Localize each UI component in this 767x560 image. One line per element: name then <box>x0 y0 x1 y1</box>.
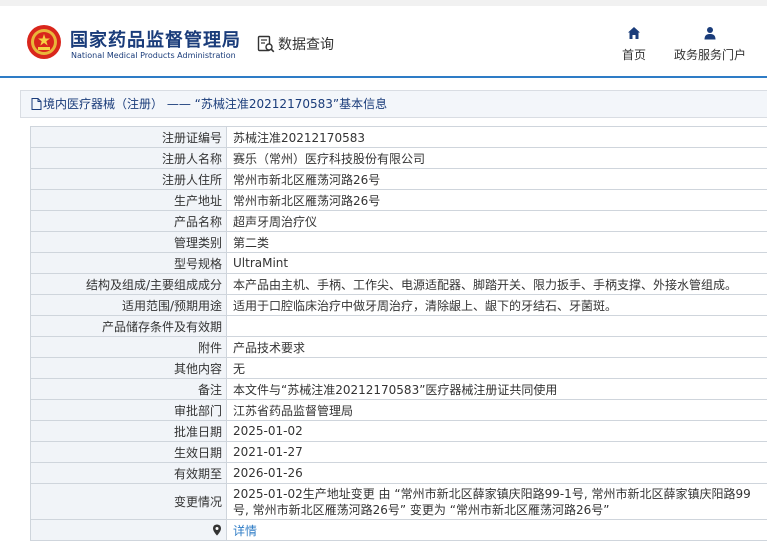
row-label: 备注 <box>30 379 227 399</box>
row-label: 变更情况 <box>30 484 227 519</box>
row-value: 常州市新北区雁荡河路26号 <box>233 193 381 208</box>
site-name[interactable]: 国家药品监督管理局 <box>70 26 241 52</box>
row-label: 注册证编号 <box>30 127 227 147</box>
table-row: 结构及组成/主要组成成分 本产品由主机、手柄、工作尖、电源适配器、脚踏开关、限力… <box>30 274 767 295</box>
row-value: UltraMint <box>233 256 289 270</box>
breadcrumb-title: “苏械注准20212170583”基本信息 <box>194 97 388 111</box>
row-value: 第二类 <box>233 235 270 250</box>
row-value: 2025-01-02 <box>233 424 303 438</box>
row-value: 常州市新北区雁荡河路26号 <box>233 172 381 187</box>
row-value: 江苏省药品监督管理局 <box>233 403 354 418</box>
document-icon <box>31 98 42 110</box>
table-row: 型号规格 UltraMint <box>30 253 767 274</box>
row-label: 注册人名称 <box>30 148 227 168</box>
row-label: 批准日期 <box>30 421 227 441</box>
table-row: 有效期至 2026-01-26 <box>30 463 767 484</box>
row-value: 本产品由主机、手柄、工作尖、电源适配器、脚踏开关、限力扳手、手柄支撑、外接水管组… <box>233 277 738 292</box>
data-query-link[interactable]: 数据查询 <box>257 34 334 54</box>
nav-home[interactable]: 首页 <box>620 26 648 63</box>
row-label <box>30 520 227 540</box>
table-row: 其他内容 无 <box>30 358 767 379</box>
table-row: 产品名称 超声牙周治疗仪 <box>30 211 767 232</box>
table-row: 生产地址 常州市新北区雁荡河路26号 <box>30 190 767 211</box>
row-value: 赛乐（常州）医疗科技股份有限公司 <box>233 151 426 166</box>
row-label: 生效日期 <box>30 442 227 462</box>
table-row: 备注 本文件与“苏械注准20212170583”医疗器械注册证共同使用 <box>30 379 767 400</box>
row-label: 适用范围/预期用途 <box>30 295 227 315</box>
table-row: 适用范围/预期用途 适用于口腔临床治疗中做牙周治疗，清除龈上、龈下的牙结石、牙菌… <box>30 295 767 316</box>
breadcrumb-separator: —— <box>166 97 191 111</box>
site-name-english: National Medical Products Administration <box>71 51 236 60</box>
user-icon <box>704 27 716 40</box>
row-value <box>227 316 767 336</box>
record-table: 注册证编号 苏械注准20212170583 注册人名称 赛乐（常州）医疗科技股份… <box>30 126 767 541</box>
change-history-value: 2025-01-02生产地址变更 由 “常州市新北区薛家镇庆阳路99-1号, 常… <box>233 486 751 517</box>
nav-home-label: 首页 <box>621 48 646 62</box>
row-label: 注册人住所 <box>30 169 227 189</box>
breadcrumb: 境内医疗器械（注册） —— “苏械注准20212170583”基本信息 <box>20 90 767 118</box>
row-label: 其他内容 <box>30 358 227 378</box>
site-header: 国家药品监督管理局 National Medical Products Admi… <box>0 6 767 78</box>
row-label: 有效期至 <box>30 463 227 483</box>
table-row: 批准日期 2025-01-02 <box>30 421 767 442</box>
table-row: 变更情况 2025-01-02生产地址变更 由 “常州市新北区薛家镇庆阳路99-… <box>30 484 767 520</box>
table-row: 注册人名称 赛乐（常州）医疗科技股份有限公司 <box>30 148 767 169</box>
table-row: 管理类别 第二类 <box>30 232 767 253</box>
row-value: 无 <box>233 361 246 376</box>
home-icon <box>628 27 640 39</box>
row-label: 产品储存条件及有效期 <box>30 316 227 336</box>
row-value: 本文件与“苏械注准20212170583”医疗器械注册证共同使用 <box>233 382 558 397</box>
row-value: 超声牙周治疗仪 <box>233 214 318 229</box>
details-cell: 详情 <box>227 520 767 540</box>
table-row: 附件 产品技术要求 <box>30 337 767 358</box>
row-value: 适用于口腔临床治疗中做牙周治疗，清除龈上、龈下的牙结石、牙菌斑。 <box>233 298 618 313</box>
row-label: 生产地址 <box>30 190 227 210</box>
breadcrumb-category[interactable]: 境内医疗器械（注册） <box>43 97 163 111</box>
table-row: 产品储存条件及有效期 <box>30 316 767 337</box>
nav-service-portal[interactable]: 政务服务门户 <box>670 26 750 63</box>
row-value: 2026-01-26 <box>233 466 303 480</box>
row-label: 管理类别 <box>30 232 227 252</box>
row-label: 结构及组成/主要组成成分 <box>30 274 227 294</box>
row-label: 型号规格 <box>30 253 227 273</box>
table-row: 注册人住所 常州市新北区雁荡河路26号 <box>30 169 767 190</box>
location-pin-icon <box>213 524 221 536</box>
row-label: 审批部门 <box>30 400 227 420</box>
details-link[interactable]: 详情 <box>233 522 257 539</box>
national-emblem-icon[interactable] <box>26 24 62 60</box>
row-value: 苏械注准20212170583 <box>233 130 365 145</box>
row-label: 附件 <box>30 337 227 357</box>
table-row: 注册证编号 苏械注准20212170583 <box>30 127 767 148</box>
data-query-label: 数据查询 <box>278 37 334 53</box>
nav-service-portal-label: 政务服务门户 <box>673 48 746 62</box>
row-value: 产品技术要求 <box>233 340 306 355</box>
row-value: 2021-01-27 <box>233 445 303 459</box>
row-label: 产品名称 <box>30 211 227 231</box>
table-row: 审批部门 江苏省药品监督管理局 <box>30 400 767 421</box>
table-row: 生效日期 2021-01-27 <box>30 442 767 463</box>
table-row: 详情 <box>30 520 767 541</box>
data-query-icon <box>257 35 275 53</box>
